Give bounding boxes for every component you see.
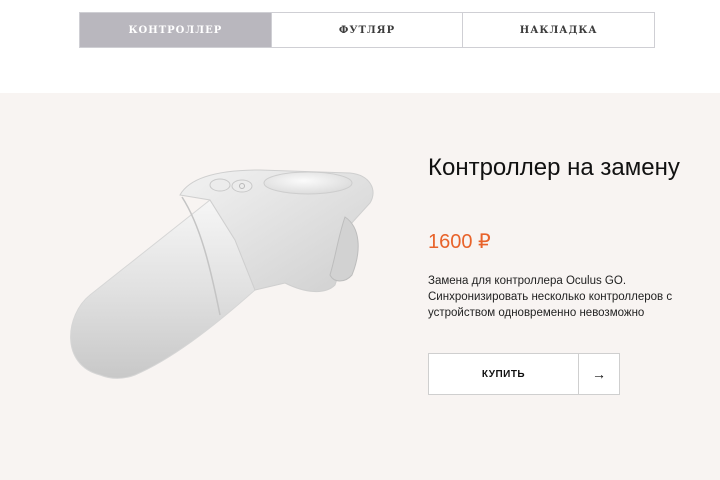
product-section: Контроллер на замену 1600 ₽ Замена для к… [0,93,720,480]
tab-cover[interactable]: НАКЛАДКА [463,13,654,47]
controller-image [70,169,374,379]
arrow-right-icon[interactable]: → [579,354,619,394]
buy-button[interactable]: КУПИТЬ [429,354,579,394]
buy-group: КУПИТЬ → [428,353,620,395]
product-description: Замена для контроллера Oculus GO. Синхро… [428,275,673,319]
product-price: 1600 ₽ [428,231,491,253]
tab-case[interactable]: ФУТЛЯР [272,13,464,47]
product-title: Контроллер на замену [428,154,680,181]
product-tabs: КОНТРОЛЛЕР ФУТЛЯР НАКЛАДКА [79,12,655,48]
page: КОНТРОЛЛЕР ФУТЛЯР НАКЛАДКА Контроллер на… [0,0,720,480]
tab-controller[interactable]: КОНТРОЛЛЕР [80,13,272,47]
